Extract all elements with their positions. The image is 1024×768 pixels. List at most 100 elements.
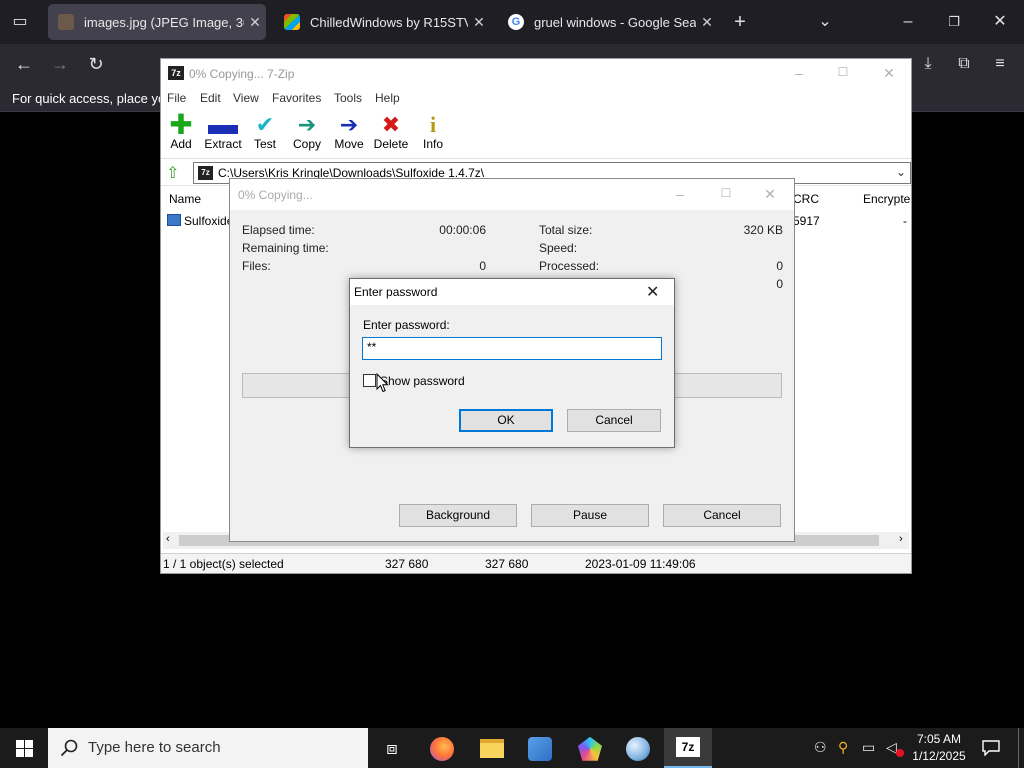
tab-title: images.jpg (JPEG Image, 300 × [84,14,244,30]
scroll-left-icon[interactable]: ‹ [166,533,170,545]
progress-cancel-button[interactable]: Cancel [663,504,781,527]
system-clock[interactable]: 7:05 AM 1/12/2025 [906,731,972,765]
progress-titlebar[interactable]: 0% Copying... – ☐ ✕ [230,179,794,210]
delete-button[interactable]: ✖ Delete [369,112,413,152]
taskbar-search-box[interactable]: Type here to search [48,728,368,768]
close-icon[interactable]: ✕ [646,282,659,302]
x-icon: ✖ [381,112,401,137]
copy-label: Copy [292,137,321,151]
elapsed-value: 00:00:06 [439,223,486,237]
tab-overview-icon[interactable]: ▭ [10,12,30,32]
password-cancel-button[interactable]: Cancel [567,409,661,432]
7zip-taskbar-button[interactable]: 7z [664,728,712,768]
tab-close-icon[interactable]: ✕ [696,14,718,31]
password-title: Enter password [354,285,438,299]
extra-value: 0 [776,277,783,291]
search-tray-icon[interactable]: ⚲ [838,739,848,756]
close-icon[interactable]: ✕ [760,186,780,203]
column-name[interactable]: Name [169,192,201,206]
up-folder-icon[interactable]: ⇧ [166,163,186,183]
status-size: 327 680 [385,557,429,571]
minimize-icon[interactable]: – [789,65,809,81]
show-password-checkbox[interactable] [363,374,376,387]
7zip-titlebar[interactable]: 7z 0% Copying... 7-Zip – ☐ ✕ [161,59,911,89]
password-titlebar[interactable]: Enter password ✕ [350,279,674,305]
processed-value: 0 [776,259,783,273]
plus-icon: ✚ [169,109,193,140]
pause-button[interactable]: Pause [531,504,649,527]
7zip-logo-icon: 7z [676,737,700,757]
tab-title: gruel windows - Google Search [534,14,696,30]
file-explorer-icon[interactable] [476,732,508,764]
menu-favorites[interactable]: Favorites [272,91,321,105]
menu-edit[interactable]: Edit [200,91,221,105]
maximize-icon[interactable]: ☐ [833,65,853,79]
arrow-right-icon: ➔ [297,112,317,137]
windows-favicon-icon [284,14,300,30]
extensions-icon[interactable]: ⧉ [954,54,974,74]
speed-label: Speed: [539,241,578,255]
downloads-icon[interactable]: ⤓ [918,54,938,74]
minus-icon: ▬ [208,108,238,141]
notifications-icon[interactable] [982,740,1000,756]
menu-view[interactable]: View [233,91,259,105]
network-icon[interactable]: ▭ [862,739,875,756]
column-crc[interactable]: CRC [793,192,819,206]
files-value: 0 [479,259,486,273]
test-button[interactable]: ✔ Test [243,112,287,152]
move-button[interactable]: ➔ Move [327,113,371,152]
add-label: Add [170,137,192,151]
file-encrypted: - [903,214,907,228]
menu-icon[interactable]: ≡ [990,54,1010,74]
check-icon: ✔ [255,112,275,137]
paint-app-icon[interactable] [574,732,606,764]
show-password-label[interactable]: Show password [380,374,465,388]
people-app-icon[interactable] [524,732,556,764]
menu-help[interactable]: Help [375,91,400,105]
show-desktop-button[interactable] [1018,728,1019,768]
network-people-icon[interactable]: ⚇ [814,739,827,756]
search-placeholder: Type here to search [88,739,221,756]
tab-chilledwindows[interactable]: ChilledWindows by R15STV ✕ [274,4,490,40]
files-label: Files: [242,259,271,273]
password-input[interactable]: ** [362,337,662,360]
info-button[interactable]: i Info [411,112,455,152]
list-tabs-chevron-icon[interactable]: ⌄ [815,12,835,32]
new-tab-icon[interactable]: + [730,12,750,32]
minimize-icon[interactable]: – [670,186,690,202]
menu-file[interactable]: File [167,91,186,105]
maximize-icon[interactable]: ☐ [716,186,736,200]
forward-icon[interactable]: → [50,54,70,74]
scroll-right-icon[interactable]: › [899,533,903,545]
start-button[interactable] [0,728,48,768]
close-icon[interactable]: ✕ [990,12,1010,32]
task-view-icon[interactable]: ⧈ [376,732,408,764]
ok-button[interactable]: OK [459,409,553,432]
status-bar: 1 / 1 object(s) selected 327 680 327 680… [161,553,911,573]
status-packed: 327 680 [485,557,529,571]
background-button[interactable]: Background [399,504,517,527]
tab-close-icon[interactable]: ✕ [468,14,490,31]
add-button[interactable]: ✚ Add [159,109,203,152]
tab-close-icon[interactable]: ✕ [244,14,266,31]
elapsed-label: Elapsed time: [242,223,315,237]
back-icon[interactable]: ← [14,54,34,74]
globe-app-icon[interactable] [622,732,654,764]
restore-icon[interactable]: ❐ [944,12,964,32]
close-icon[interactable]: ✕ [879,65,899,82]
firefox-icon[interactable] [426,732,458,764]
chevron-down-icon[interactable]: ⌄ [896,165,906,179]
taskbar: Type here to search ⧈ 7z ⚇ ⚲ ▭ ◁ 7:05 AM… [0,728,1024,768]
extract-button[interactable]: ▬ Extract [201,108,245,152]
column-encrypted[interactable]: Encrypte [863,192,910,206]
tab-images-jpg[interactable]: images.jpg (JPEG Image, 300 × ✕ [48,4,266,40]
minimize-icon[interactable]: – [898,12,918,32]
tab-gruel-windows-search[interactable]: G gruel windows - Google Search ✕ [498,4,718,40]
info-icon: i [429,112,437,137]
status-selected: 1 / 1 object(s) selected [163,557,284,571]
move-label: Move [334,137,364,151]
copy-button[interactable]: ➔ Copy [285,112,329,152]
progress-title: 0% Copying... [238,188,313,202]
menu-tools[interactable]: Tools [334,91,362,105]
reload-icon[interactable]: ↻ [86,54,106,74]
